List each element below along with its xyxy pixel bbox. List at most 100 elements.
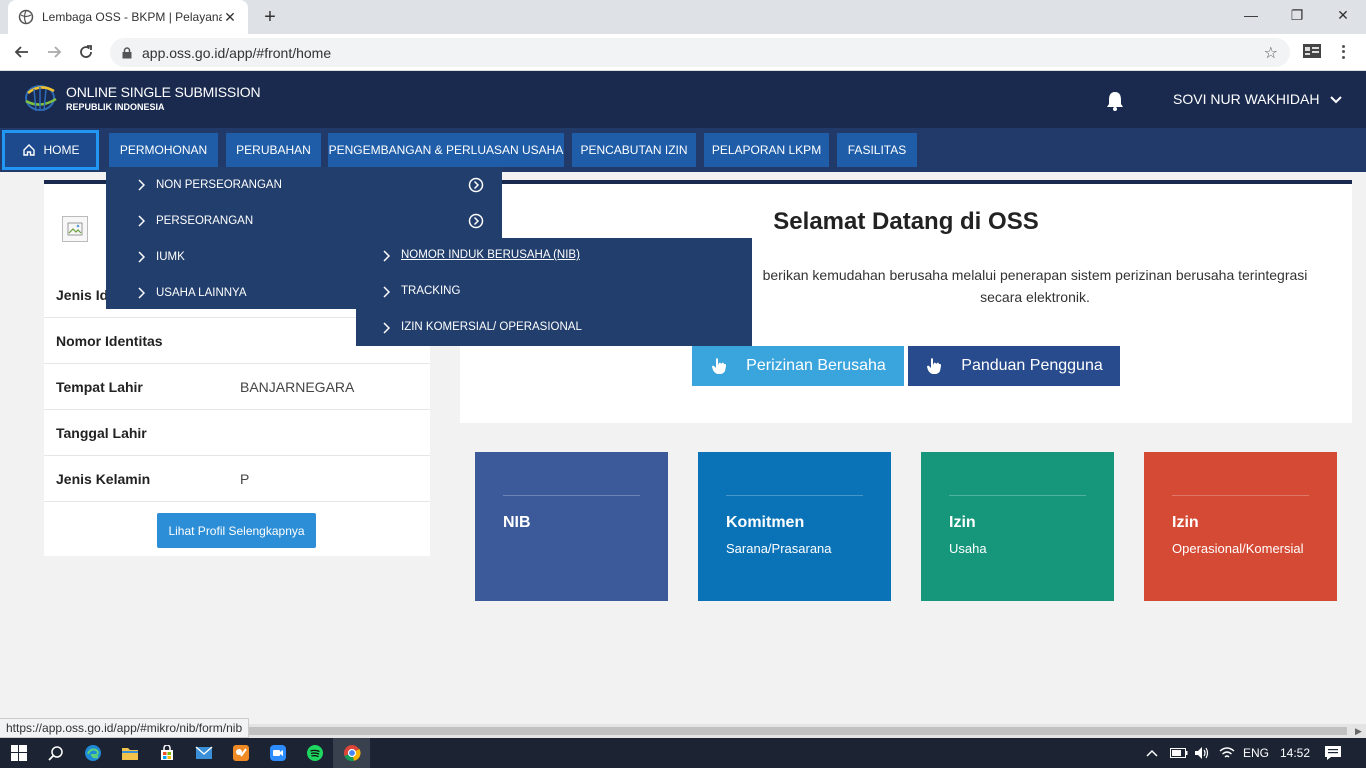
profile-label: Jenis Kelamin — [56, 471, 151, 487]
tile-title: Izin — [1172, 514, 1199, 531]
tab-title: Lembaga OSS - BKPM | Pelayanan — [42, 10, 222, 24]
dropdown-item-label: NON PERSEORANGAN — [156, 179, 282, 191]
browser-tabbar: Lembaga OSS - BKPM | Pelayanan ✕ + — ❐ ✕ — [0, 0, 1366, 34]
tile-divider — [949, 495, 1086, 496]
profile-value: P — [240, 471, 250, 487]
hand-pointer-icon — [927, 358, 942, 374]
nav-permohonan[interactable]: PERMOHONAN — [109, 133, 218, 167]
windows-start-icon[interactable] — [0, 738, 37, 768]
battery-icon[interactable] — [1170, 738, 1188, 768]
profile-label: Tanggal Lahir — [56, 425, 147, 441]
main-nav: HOME PERMOHONAN PERUBAHAN PENGEMBANGAN &… — [0, 128, 1366, 172]
user-menu[interactable]: SOVI NUR WAKHIDAH — [1173, 91, 1342, 107]
tile-izin-usaha[interactable]: Izin Usaha — [921, 452, 1114, 601]
iumk-submenu: NOMOR INDUK BERUSAHA (NIB) TRACKING IZIN… — [356, 238, 752, 346]
profile-row: Tempat Lahir BANJARNEGARA — [44, 364, 430, 410]
globe-icon — [18, 9, 34, 25]
back-arrow-icon[interactable] — [10, 40, 34, 64]
avatar — [62, 216, 88, 242]
submenu-item-nib[interactable]: NOMOR INDUK BERUSAHA (NIB) — [356, 238, 752, 274]
profile-value: BANJARNEGARA — [240, 379, 355, 395]
welcome-desc-line: berikan kemudahan berusaha melalui pener… — [762, 267, 1308, 283]
store-icon[interactable] — [148, 738, 185, 768]
submenu-item-tracking[interactable]: TRACKING — [356, 274, 752, 310]
tile-divider — [726, 495, 863, 496]
welcome-desc-line: secara elektronik. — [980, 289, 1090, 305]
profile-label: Tempat Lahir — [56, 379, 143, 395]
tile-divider — [1172, 495, 1309, 496]
chrome-icon[interactable] — [333, 738, 370, 768]
tile-subtitle: Sarana/Prasarana — [726, 541, 832, 556]
extension-icon[interactable] — [1302, 42, 1322, 60]
clock-time[interactable]: 14:52 — [1280, 738, 1310, 768]
profile-row: Tanggal Lahir — [44, 410, 430, 456]
submenu-item-label: NOMOR INDUK BERUSAHA (NIB) — [401, 249, 580, 261]
notification-center-icon[interactable] — [1324, 738, 1342, 768]
view-profile-button[interactable]: Lihat Profil Selengkapnya — [157, 513, 316, 548]
nav-perubahan[interactable]: PERUBAHAN — [226, 133, 321, 167]
browser-menu-icon[interactable] — [1338, 40, 1348, 64]
mail-icon[interactable] — [185, 738, 222, 768]
zoom-app-icon[interactable] — [259, 738, 296, 768]
tile-nib[interactable]: NIB — [475, 452, 668, 601]
minimize-button[interactable]: — — [1228, 0, 1274, 30]
spotify-icon[interactable] — [296, 738, 333, 768]
welcome-description: berikan kemudahan berusaha melalui pener… — [740, 264, 1330, 308]
circle-chevron-right-icon — [468, 177, 484, 193]
broken-image-icon — [67, 222, 83, 236]
edge-browser-icon[interactable] — [74, 738, 111, 768]
close-tab-icon[interactable]: ✕ — [222, 9, 238, 26]
chevron-down-icon — [1329, 91, 1342, 107]
nav-fasilitas[interactable]: FASILITAS — [837, 133, 917, 167]
file-explorer-icon[interactable] — [111, 738, 148, 768]
wifi-icon[interactable] — [1219, 738, 1235, 768]
hand-pointer-icon — [712, 358, 727, 374]
bell-icon[interactable] — [1104, 90, 1126, 112]
chevron-right-icon — [138, 287, 145, 299]
tile-izin-operasional[interactable]: Izin Operasional/Komersial — [1144, 452, 1337, 601]
paint-app-icon[interactable] — [222, 738, 259, 768]
new-tab-button[interactable]: + — [258, 5, 282, 29]
dropdown-item-non-perseorangan[interactable]: NON PERSEORANGAN — [106, 167, 502, 203]
perizinan-label: Perizinan Berusaha — [746, 357, 886, 374]
address-bar[interactable]: app.oss.go.id/app/#front/home ☆ — [110, 38, 1290, 67]
nav-home-label: HOME — [43, 143, 80, 157]
windows-taskbar: ENG 14:52 — [0, 738, 1366, 768]
dropdown-item-label: PERSEORANGAN — [156, 215, 254, 227]
chevron-right-icon — [383, 250, 390, 262]
tile-title: NIB — [503, 514, 531, 531]
nav-pencabutan-izin[interactable]: PENCABUTAN IZIN — [572, 133, 696, 167]
reload-icon[interactable] — [74, 40, 98, 64]
dropdown-item-perseorangan[interactable]: PERSEORANGAN — [106, 203, 502, 239]
submenu-item-label: IZIN KOMERSIAL/ OPERASIONAL — [401, 321, 582, 333]
site-header: ONLINE SINGLE SUBMISSION REPUBLIK INDONE… — [0, 71, 1366, 128]
logo-title: ONLINE SINGLE SUBMISSION — [66, 84, 261, 100]
nav-pengembangan[interactable]: PENGEMBANGAN & PERLUASAN USAHA — [328, 133, 564, 167]
tile-subtitle: Usaha — [949, 541, 987, 556]
input-language[interactable]: ENG — [1243, 738, 1269, 768]
lock-icon — [122, 46, 132, 59]
status-url: https://app.oss.go.id/app/#mikro/nib/for… — [0, 718, 250, 738]
browser-tab[interactable]: Lembaga OSS - BKPM | Pelayanan ✕ — [8, 0, 248, 34]
submenu-item-izin-komersial[interactable]: IZIN KOMERSIAL/ OPERASIONAL — [356, 310, 752, 346]
search-icon[interactable] — [37, 738, 74, 768]
close-window-button[interactable]: ✕ — [1320, 0, 1366, 30]
chevron-right-icon — [138, 215, 145, 227]
profile-label: Nomor Identitas — [56, 333, 163, 349]
bookmark-star-icon[interactable]: ☆ — [1264, 43, 1278, 63]
perizinan-berusaha-button[interactable]: Perizinan Berusaha — [692, 346, 904, 386]
url-text: app.oss.go.id/app/#front/home — [142, 44, 332, 61]
restore-button[interactable]: ❐ — [1274, 0, 1320, 30]
home-icon — [22, 144, 35, 156]
panduan-pengguna-button[interactable]: Panduan Pengguna — [908, 346, 1120, 386]
profile-label: Jenis Id — [56, 287, 109, 303]
scroll-right-icon[interactable]: ▶ — [1355, 726, 1362, 737]
nav-pelaporan-lkpm[interactable]: PELAPORAN LKPM — [704, 133, 829, 167]
oss-logo[interactable]: ONLINE SINGLE SUBMISSION REPUBLIK INDONE… — [20, 81, 261, 115]
volume-icon[interactable] — [1194, 738, 1210, 768]
tray-chevron-up-icon[interactable] — [1146, 738, 1158, 768]
forward-arrow-icon[interactable] — [42, 40, 66, 64]
nav-home[interactable]: HOME — [2, 130, 99, 170]
chevron-right-icon — [138, 179, 145, 191]
tile-komitmen[interactable]: Komitmen Sarana/Prasarana — [698, 452, 891, 601]
